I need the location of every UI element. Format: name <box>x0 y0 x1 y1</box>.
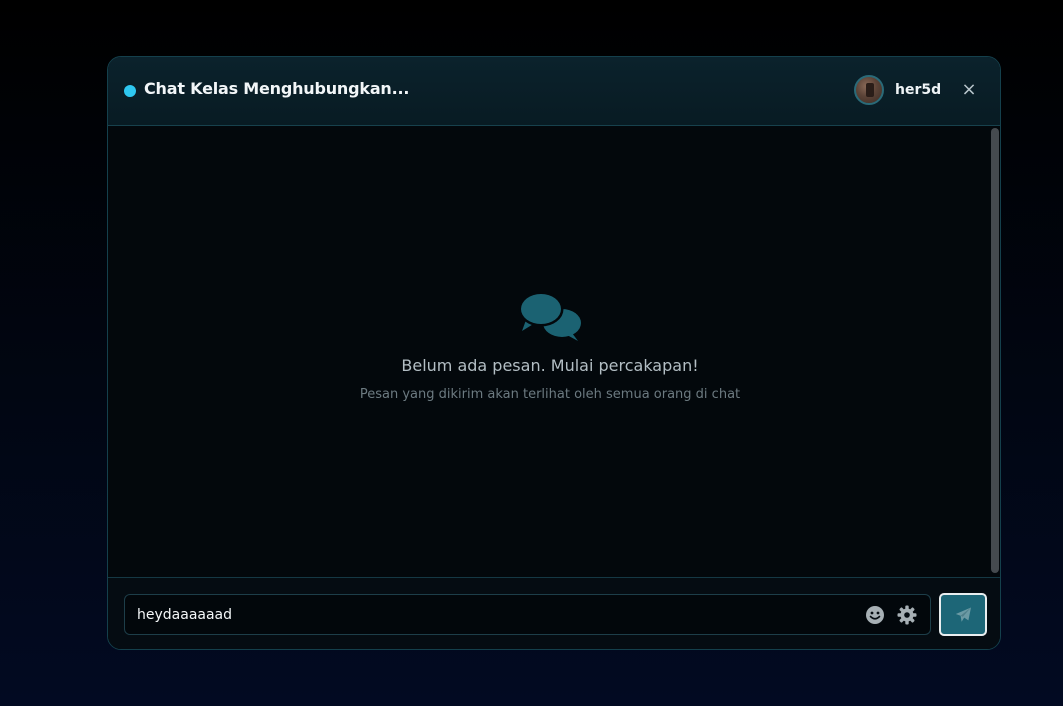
empty-state: Belum ada pesan. Mulai percakapan! Pesan… <box>108 290 992 402</box>
avatar-figure <box>866 83 874 97</box>
message-input[interactable] <box>124 594 931 635</box>
avatar[interactable] <box>854 75 884 105</box>
gear-icon[interactable] <box>897 605 917 625</box>
scrollbar-thumb[interactable] <box>991 128 999 573</box>
empty-state-subtitle: Pesan yang dikirim akan terlihat oleh se… <box>359 387 741 402</box>
chat-title: Chat Kelas Menghubungkan... <box>144 79 410 98</box>
messages-area: Belum ada pesan. Mulai percakapan! Pesan… <box>108 126 1000 577</box>
message-composer <box>108 577 1000 649</box>
close-button[interactable]: × <box>958 79 980 101</box>
chat-window: Chat Kelas Menghubungkan... her5d × Belu… <box>107 56 1001 650</box>
chat-bubbles-icon <box>518 291 581 341</box>
send-button[interactable] <box>939 593 987 636</box>
empty-state-title: Belum ada pesan. Mulai percakapan! <box>401 356 699 375</box>
username: her5d <box>895 82 942 98</box>
chat-header: Chat Kelas Menghubungkan... her5d × <box>108 57 1000 126</box>
paper-plane-icon <box>955 607 971 622</box>
online-status-dot <box>124 85 136 97</box>
smiley-icon[interactable] <box>865 605 885 625</box>
